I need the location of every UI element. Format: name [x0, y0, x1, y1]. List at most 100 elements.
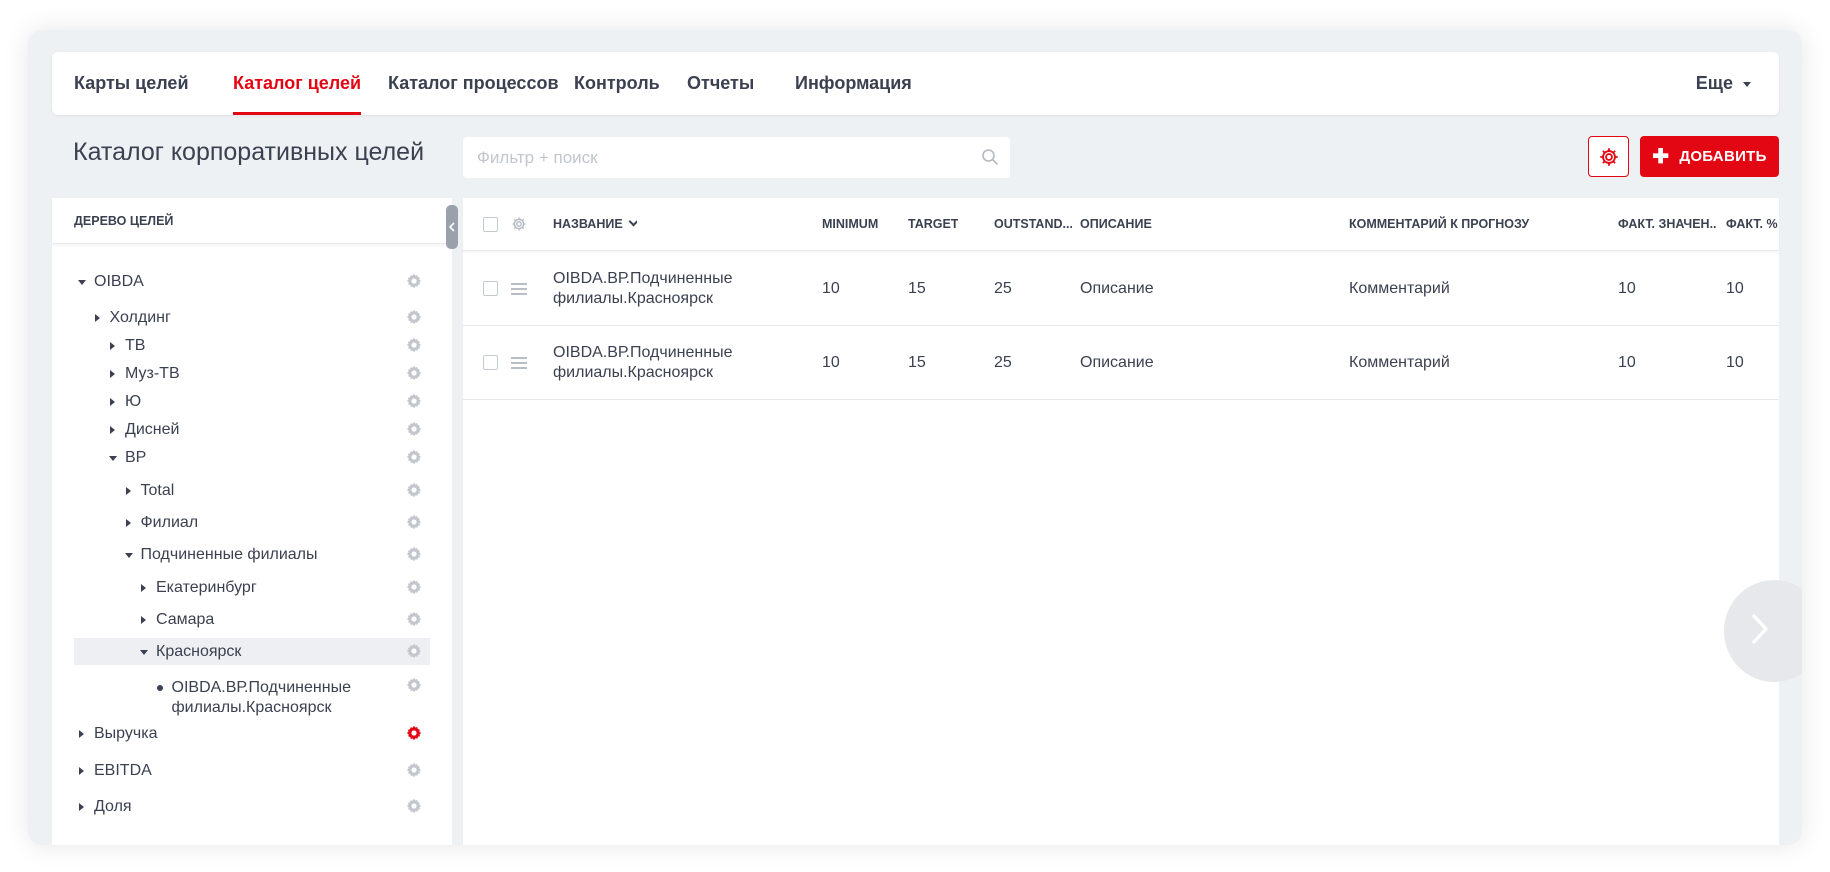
gear-icon[interactable] — [406, 273, 422, 289]
tree-item-label-line1: OIBDA.ВР.Подчиненные — [171, 679, 351, 696]
gear-icon[interactable] — [406, 611, 422, 627]
cell-fact-pct: 10 — [1726, 354, 1744, 371]
collapsed-caret-icon[interactable] — [94, 313, 102, 322]
tree-item[interactable]: Total — [74, 477, 430, 504]
drag-handle-icon[interactable] — [511, 357, 527, 369]
gear-icon[interactable] — [406, 762, 422, 778]
tree-item-label: Самара — [156, 610, 215, 628]
gear-icon[interactable] — [406, 514, 422, 530]
gear-icon[interactable] — [406, 449, 422, 465]
collapse-panel-handle[interactable] — [446, 205, 458, 249]
search-input[interactable] — [463, 137, 1010, 178]
more-label: Еще — [1695, 73, 1733, 93]
tree-item[interactable]: Красноярск — [74, 638, 430, 665]
gear-icon[interactable] — [406, 546, 422, 562]
tree-item[interactable]: Подчиненные филиалы — [74, 541, 430, 568]
gear-icon[interactable] — [406, 579, 422, 595]
tab-goal-maps[interactable]: Карты целей — [74, 52, 189, 115]
tree-item[interactable]: EBITDA — [74, 757, 430, 784]
tree-item[interactable]: Выручка — [74, 720, 430, 747]
collapsed-caret-icon[interactable] — [109, 341, 117, 350]
expanded-caret-icon[interactable] — [109, 454, 117, 462]
collapsed-caret-icon[interactable] — [109, 397, 117, 406]
tree-item[interactable]: Дисней — [74, 416, 430, 443]
table-row[interactable]: OIBDA.ВР.Подчиненные филиалы.Красноярск 10… — [463, 252, 1779, 326]
tree-item-label: ТВ — [125, 336, 146, 354]
row-name-line2: филиалы.Красноярск — [553, 290, 713, 307]
tree-item[interactable]: ТВ — [74, 332, 430, 359]
drag-handle-icon[interactable] — [511, 283, 527, 295]
add-button[interactable]: ✚ ДОБАВИТЬ — [1640, 136, 1779, 177]
tree-item[interactable]: OIBDA — [74, 268, 430, 295]
gear-icon[interactable] — [406, 309, 422, 325]
tab-control[interactable]: Контроль — [574, 52, 660, 115]
collapsed-caret-icon[interactable] — [140, 583, 148, 592]
gear-icon[interactable] — [406, 482, 422, 498]
row-checkbox[interactable] — [483, 355, 498, 370]
expanded-caret-icon[interactable] — [124, 551, 133, 559]
table-row[interactable]: OIBDA.ВР.Подчиненные филиалы.Красноярск 10… — [463, 326, 1779, 400]
tree-item[interactable]: Доля — [74, 793, 430, 820]
expanded-caret-icon[interactable] — [140, 648, 148, 656]
tree-item[interactable]: Филиал — [74, 509, 430, 536]
collapsed-caret-icon[interactable] — [109, 425, 117, 434]
collapsed-caret-icon[interactable] — [125, 486, 133, 495]
goals-table: НАЗВАНИЕ MINIMUM TARGET OUTSTAND... ОПИС… — [463, 198, 1779, 845]
tree-item[interactable]: ВР — [74, 444, 430, 471]
collapsed-caret-icon[interactable] — [125, 518, 133, 527]
gear-icon[interactable] — [406, 337, 422, 353]
column-header-name[interactable]: НАЗВАНИЕ — [553, 198, 637, 251]
tree-header: ДЕРЕВО ЦЕЛЕЙ — [52, 198, 452, 244]
column-header-fact-value[interactable]: ФАКТ. ЗНАЧЕН... — [1618, 198, 1716, 251]
column-header-comment[interactable]: КОММЕНТАРИЙ К ПРОГНОЗУ — [1349, 198, 1529, 251]
search-icon — [982, 149, 998, 165]
more-menu[interactable]: Еще — [1696, 52, 1751, 115]
tree-item[interactable]: Ю — [74, 388, 430, 415]
tree-item[interactable]: Екатеринбург — [74, 574, 430, 601]
gear-icon[interactable] — [406, 421, 422, 437]
column-header-outstanding[interactable]: OUTSTAND... — [994, 198, 1072, 251]
row-checkbox[interactable] — [483, 281, 498, 296]
cell-fact-pct: 10 — [1726, 280, 1744, 297]
gear-icon[interactable] — [406, 725, 422, 741]
tab-process-catalog[interactable]: Каталог процессов — [388, 52, 559, 115]
gear-icon[interactable] — [406, 643, 422, 659]
row-name[interactable]: OIBDA.ВР.Подчиненные филиалы.Красноярск — [553, 269, 732, 309]
cell-fact-value: 10 — [1618, 354, 1636, 371]
cell-fact-value: 10 — [1618, 280, 1636, 297]
chevron-left-icon — [448, 222, 455, 232]
tab-goal-catalog[interactable]: Каталог целей — [233, 52, 362, 115]
cell-description: Описание — [1080, 280, 1154, 297]
collapsed-caret-icon[interactable] — [140, 615, 148, 624]
tab-information[interactable]: Информация — [795, 52, 912, 115]
gear-icon[interactable] — [406, 393, 422, 409]
column-header-description[interactable]: ОПИСАНИЕ — [1080, 198, 1152, 251]
settings-button[interactable] — [1588, 136, 1629, 177]
chevron-down-icon — [1743, 81, 1751, 87]
tree-item[interactable]: Муз-ТВ — [74, 360, 430, 387]
tab-reports[interactable]: Отчеты — [687, 52, 754, 115]
tree-item[interactable]: Самара — [74, 606, 430, 633]
collapsed-caret-icon[interactable] — [109, 369, 117, 378]
tree-item-label: Красноярск — [156, 642, 242, 660]
collapsed-caret-icon[interactable] — [78, 729, 86, 738]
column-header-target[interactable]: TARGET — [908, 198, 958, 251]
tree-item-label: Выручка — [94, 724, 158, 742]
gear-icon[interactable] — [406, 677, 422, 693]
gear-icon[interactable] — [406, 798, 422, 814]
gear-icon[interactable] — [406, 365, 422, 381]
collapsed-caret-icon[interactable] — [78, 802, 86, 811]
tree-item-label: Доля — [94, 797, 132, 815]
tree-item[interactable]: OIBDA.ВР.Подчиненные филиалы.Красноярск — [74, 675, 430, 719]
cell-outstanding: 25 — [994, 280, 1012, 297]
column-settings-gear-icon[interactable] — [511, 216, 527, 232]
column-header-fact-pct[interactable]: ФАКТ. % — [1726, 198, 1778, 251]
row-name[interactable]: OIBDA.ВР.Подчиненные филиалы.Красноярск — [553, 343, 732, 383]
page-title: Каталог корпоративных целей — [73, 138, 425, 166]
tree-item[interactable]: Холдинг — [74, 304, 430, 331]
column-header-minimum[interactable]: MINIMUM — [822, 198, 878, 251]
expanded-caret-icon[interactable] — [78, 278, 86, 286]
collapsed-caret-icon[interactable] — [78, 766, 86, 775]
cell-description: Описание — [1080, 354, 1154, 371]
select-all-checkbox[interactable] — [483, 217, 498, 232]
